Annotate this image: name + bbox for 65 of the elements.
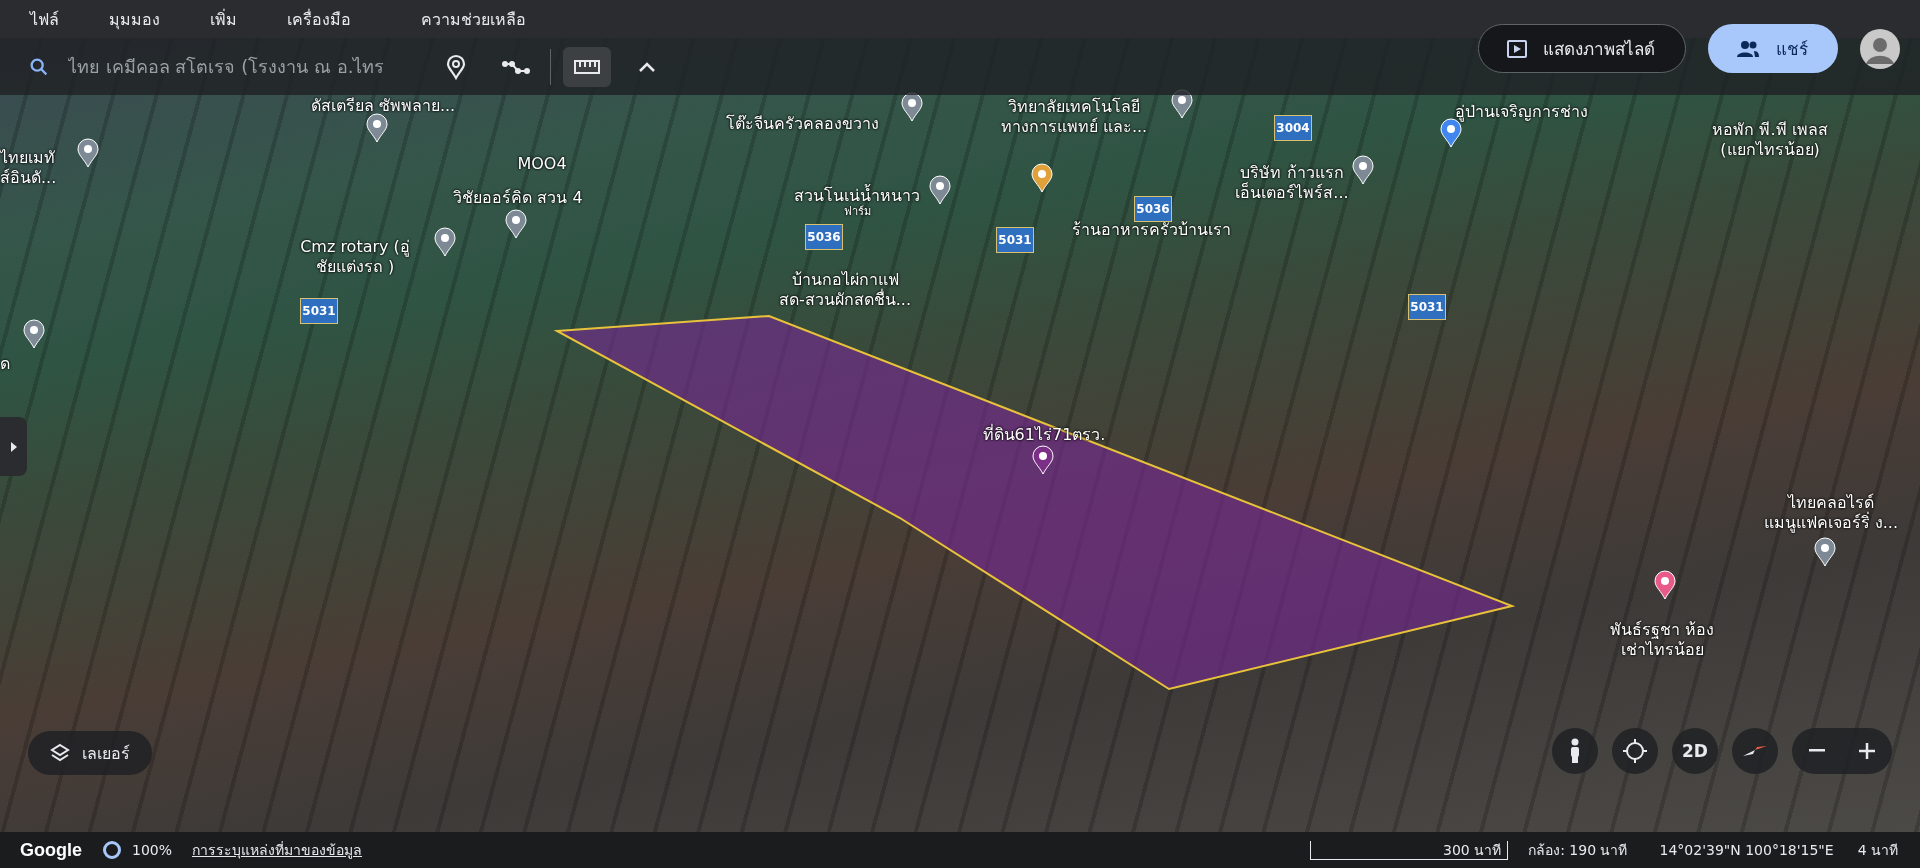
map-pin-icon[interactable] xyxy=(929,175,951,205)
pin-icon xyxy=(445,53,467,80)
compass-icon xyxy=(1741,744,1769,758)
map-pin-icon[interactable] xyxy=(1352,155,1374,185)
route-sign: 5036 xyxy=(805,224,843,250)
map-label[interactable]: พันธ์รฐชา ห้อง เช่าไทรน้อย xyxy=(1609,620,1715,660)
loading-percent: 100% xyxy=(132,842,173,858)
menu-item[interactable]: เพิ่ม xyxy=(210,6,237,32)
coordinates: 14°02'39"N 100°18'15"E xyxy=(1659,842,1834,858)
map-label[interactable]: หอพัก พี.พี เพลส (แยกไทรน้อย) xyxy=(1712,120,1828,160)
route-sign: 5031 xyxy=(996,227,1034,253)
person-icon xyxy=(1568,738,1582,764)
share-button[interactable]: แชร์ xyxy=(1708,24,1838,73)
ruler-button[interactable] xyxy=(563,46,611,87)
menu-item[interactable]: ไฟล์ xyxy=(30,6,59,32)
plus-icon xyxy=(1859,743,1875,759)
crosshair-icon xyxy=(1622,738,1648,764)
view-mode-button[interactable]: 2D xyxy=(1672,728,1718,774)
street-view-button[interactable] xyxy=(1552,728,1598,774)
map-label[interactable]: วิทยาลัยเทคโนโลยี ทางการแพทย์ และ... xyxy=(1000,97,1148,137)
logo: Google xyxy=(20,839,82,861)
play-icon xyxy=(1507,39,1527,58)
camera-altitude: กล้อง: 190 นาที xyxy=(1528,841,1628,860)
ruler-icon xyxy=(574,58,600,75)
scale-bar: 300 นาที xyxy=(1310,840,1509,860)
map-label[interactable]: อู่ป่านเจริญการช่าง xyxy=(1454,102,1588,122)
route-sign: 3004 xyxy=(1274,115,1312,141)
avatar-icon[interactable] xyxy=(1860,28,1900,69)
my-location-button[interactable] xyxy=(1612,728,1658,774)
layers-icon xyxy=(50,743,70,763)
map-pin-icon[interactable] xyxy=(1654,570,1676,600)
map-label[interactable]: ด xyxy=(0,354,10,374)
map-pin-icon[interactable] xyxy=(1814,537,1836,567)
attribution-link[interactable]: การระบุแหล่งที่มาของข้อมูล xyxy=(192,839,363,861)
people-icon xyxy=(1736,39,1760,58)
slideshow-button[interactable]: แสดงภาพสไลด์ xyxy=(1478,24,1686,73)
route-sign: 5031 xyxy=(300,298,338,324)
caret-icon xyxy=(9,440,18,453)
caret-icon xyxy=(638,60,656,73)
map-pin-icon[interactable] xyxy=(366,113,388,143)
map-label[interactable]: MOO4 xyxy=(517,154,567,174)
map-pin-icon[interactable] xyxy=(1031,163,1053,193)
map-pin-icon[interactable] xyxy=(23,319,45,349)
map-label[interactable]: สวนโนเน่น้ำหนาว ฟาร์ม xyxy=(794,186,920,218)
map-label[interactable]: Cmz rotary (อู่ ชัยแต่งรถ ) xyxy=(300,237,410,277)
layers-button[interactable]: เลเยอร์ xyxy=(28,731,152,775)
map-pin-icon[interactable] xyxy=(505,209,527,239)
menu-item[interactable]: มุมมอง xyxy=(109,6,160,32)
map-label[interactable]: โต๊ะจีนครัวคลองขวาง xyxy=(725,114,879,134)
map-label[interactable]: ดัสเตรียล ซัพพลาย... xyxy=(310,96,456,116)
menu-item[interactable]: เครื่องมือ xyxy=(287,6,351,32)
map-pin-icon[interactable] xyxy=(434,227,456,257)
menu-item[interactable]: ความช่วยเหลือ xyxy=(421,6,526,32)
route-sign: 5031 xyxy=(1408,294,1446,320)
map-pin-icon[interactable] xyxy=(1032,445,1054,475)
map-label[interactable]: วิชัยออร์คิด สวน 4 xyxy=(453,188,583,208)
map-pin-icon[interactable] xyxy=(77,138,99,168)
map-label[interactable]: ร้านอาหารครัวบ้านเรา xyxy=(1071,220,1231,240)
elevation: 4 นาที xyxy=(1857,841,1898,860)
map-label[interactable]: บริษัท ก้าวแรก เอ็นเตอร์ไพร์ส... xyxy=(1235,163,1349,203)
map-label[interactable]: ไทยคลอไรด์ แมนูแฟคเจอร์ริ่ ง... xyxy=(1763,493,1898,533)
map-label[interactable]: บ้านกอไผ่กาแฟ สด-สวนผักสดชื่น... xyxy=(779,270,911,310)
loading-ring-icon xyxy=(102,840,122,860)
minus-icon xyxy=(1809,749,1825,753)
route-sign: 5036 xyxy=(1134,196,1172,222)
